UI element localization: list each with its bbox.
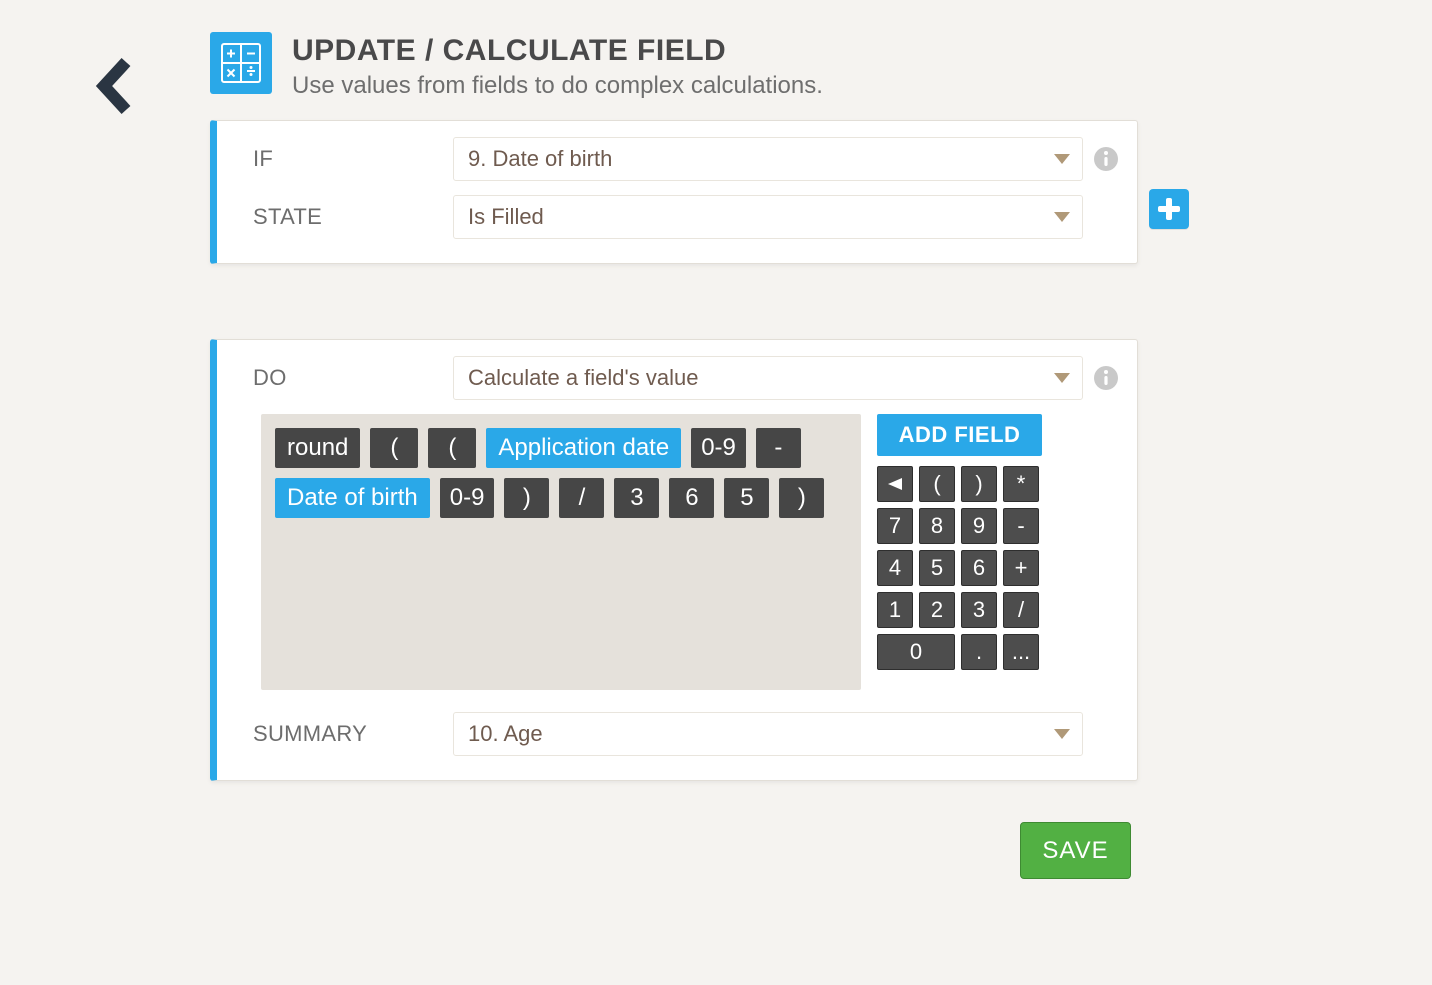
save-button[interactable]: SAVE — [1020, 822, 1131, 879]
calc-key-8[interactable]: 8 — [919, 508, 955, 544]
summary-select[interactable]: 10. Age — [453, 712, 1083, 756]
if-condition-card: IF 9. Date of birth STATE Is Filled — [210, 120, 1138, 264]
calc-key-close-paren[interactable]: ) — [961, 466, 997, 502]
calc-key-more[interactable]: ... — [1003, 634, 1039, 670]
expression-area[interactable]: round ( ( Application date 0-9 - Date of… — [261, 414, 861, 690]
chevron-down-icon — [1054, 154, 1070, 164]
expr-token[interactable]: 3 — [614, 478, 659, 518]
calc-key-open-paren[interactable]: ( — [919, 466, 955, 502]
calculator-grid-icon — [210, 32, 272, 94]
if-info-icon[interactable] — [1093, 146, 1119, 172]
chevron-down-icon — [1054, 373, 1070, 383]
expr-token[interactable]: - — [756, 428, 801, 468]
expr-token[interactable]: ( — [370, 428, 418, 468]
page-header: UPDATE / CALCULATE FIELD Use values from… — [210, 32, 823, 100]
expr-token[interactable]: 6 — [669, 478, 714, 518]
do-action-select[interactable]: Calculate a field's value — [453, 356, 1083, 400]
backspace-icon — [886, 475, 904, 493]
chevron-down-icon — [1054, 212, 1070, 222]
plus-icon — [1156, 196, 1182, 222]
calc-key-9[interactable]: 9 — [961, 508, 997, 544]
chevron-left-icon — [92, 56, 138, 116]
calc-side-panel: ADD FIELD ( ) * 7 8 9 - 4 5 6 + 1 — [877, 414, 1042, 670]
calc-key-4[interactable]: 4 — [877, 550, 913, 586]
calc-key-1[interactable]: 1 — [877, 592, 913, 628]
expr-token[interactable]: 0-9 — [691, 428, 746, 468]
expr-token[interactable]: ( — [428, 428, 476, 468]
calc-key-dot[interactable]: . — [961, 634, 997, 670]
calc-key-3[interactable]: 3 — [961, 592, 997, 628]
calc-key-multiply[interactable]: * — [1003, 466, 1039, 502]
chevron-down-icon — [1054, 729, 1070, 739]
back-button[interactable] — [92, 56, 138, 116]
expr-token[interactable]: 5 — [724, 478, 769, 518]
calc-key-backspace[interactable] — [877, 466, 913, 502]
expr-token-field[interactable]: Date of birth — [275, 478, 430, 518]
calc-key-7[interactable]: 7 — [877, 508, 913, 544]
calc-key-0[interactable]: 0 — [877, 634, 955, 670]
add-field-button[interactable]: ADD FIELD — [877, 414, 1042, 456]
do-info-icon[interactable] — [1093, 365, 1119, 391]
if-label: IF — [253, 146, 453, 172]
calc-key-plus[interactable]: + — [1003, 550, 1039, 586]
calc-key-2[interactable]: 2 — [919, 592, 955, 628]
expr-token[interactable]: round — [275, 428, 360, 468]
calc-keypad: ( ) * 7 8 9 - 4 5 6 + 1 2 3 / 0 . — [877, 466, 1042, 670]
expr-token[interactable]: / — [559, 478, 604, 518]
state-value: Is Filled — [468, 204, 544, 230]
calc-key-5[interactable]: 5 — [919, 550, 955, 586]
page-title: UPDATE / CALCULATE FIELD — [292, 34, 823, 68]
expr-token[interactable]: 0-9 — [440, 478, 495, 518]
state-select[interactable]: Is Filled — [453, 195, 1083, 239]
expr-token-field[interactable]: Application date — [486, 428, 681, 468]
if-field-select[interactable]: 9. Date of birth — [453, 137, 1083, 181]
calc-key-divide[interactable]: / — [1003, 592, 1039, 628]
calc-key-minus[interactable]: - — [1003, 508, 1039, 544]
expr-token[interactable]: ) — [779, 478, 824, 518]
do-action-value: Calculate a field's value — [468, 365, 698, 391]
if-field-value: 9. Date of birth — [468, 146, 612, 172]
summary-value: 10. Age — [468, 721, 543, 747]
state-label: STATE — [253, 204, 453, 230]
expr-token[interactable]: ) — [504, 478, 549, 518]
do-action-card: DO Calculate a field's value round ( ( A… — [210, 339, 1138, 781]
page-subtitle: Use values from fields to do complex cal… — [292, 72, 823, 100]
summary-label: SUMMARY — [253, 721, 453, 747]
calc-key-6[interactable]: 6 — [961, 550, 997, 586]
do-label: DO — [253, 365, 453, 391]
add-condition-button[interactable] — [1149, 189, 1189, 229]
